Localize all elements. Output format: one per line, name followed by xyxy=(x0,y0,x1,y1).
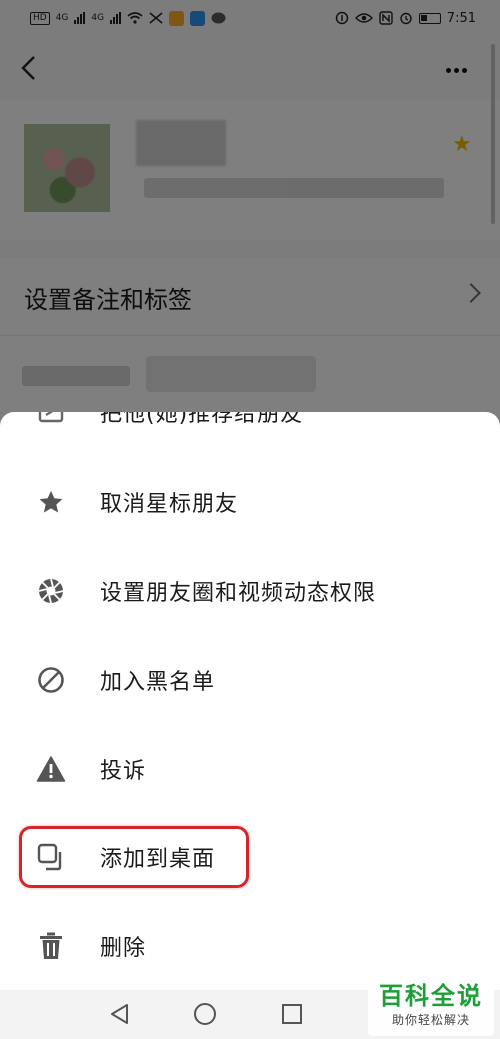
nav-recents-icon[interactable] xyxy=(282,1004,302,1024)
add-to-blacklist-item[interactable]: 加入黑名单 xyxy=(0,636,500,724)
recommend-to-friend-item[interactable]: 把他(她)推荐给朋友 xyxy=(0,412,500,456)
delete-item[interactable]: 删除 xyxy=(0,902,500,990)
nav-back-icon[interactable] xyxy=(108,1002,130,1026)
aperture-icon xyxy=(36,576,66,606)
action-sheet: 把他(她)推荐给朋友 取消星标朋友 设置朋友圈和视频动态权限 加入黑名单 投诉 xyxy=(0,412,500,990)
recommend-to-friend-label: 把他(她)推荐给朋友 xyxy=(100,412,304,427)
nav-home-icon[interactable] xyxy=(194,1003,216,1025)
watermark-subtitle: 助你轻松解决 xyxy=(391,1013,470,1027)
moments-permission-label: 设置朋友圈和视频动态权限 xyxy=(100,581,377,606)
warning-icon xyxy=(36,754,66,784)
moments-permission-item[interactable]: 设置朋友圈和视频动态权限 xyxy=(0,547,500,635)
unstar-friend-label: 取消星标朋友 xyxy=(100,492,239,517)
trash-icon xyxy=(36,931,66,961)
watermark-logo: 百科全说 助你轻松解决 xyxy=(368,978,494,1036)
star-icon xyxy=(36,487,66,517)
highlight-box xyxy=(19,826,249,888)
complain-label: 投诉 xyxy=(100,759,147,784)
unstar-friend-item[interactable]: 取消星标朋友 xyxy=(0,458,500,546)
watermark-title: 百科全说 xyxy=(379,982,483,1010)
share-card-icon xyxy=(36,412,66,427)
add-to-blacklist-label: 加入黑名单 xyxy=(100,670,216,695)
block-icon xyxy=(36,665,66,695)
delete-label: 删除 xyxy=(100,936,147,961)
complain-item[interactable]: 投诉 xyxy=(0,725,500,813)
